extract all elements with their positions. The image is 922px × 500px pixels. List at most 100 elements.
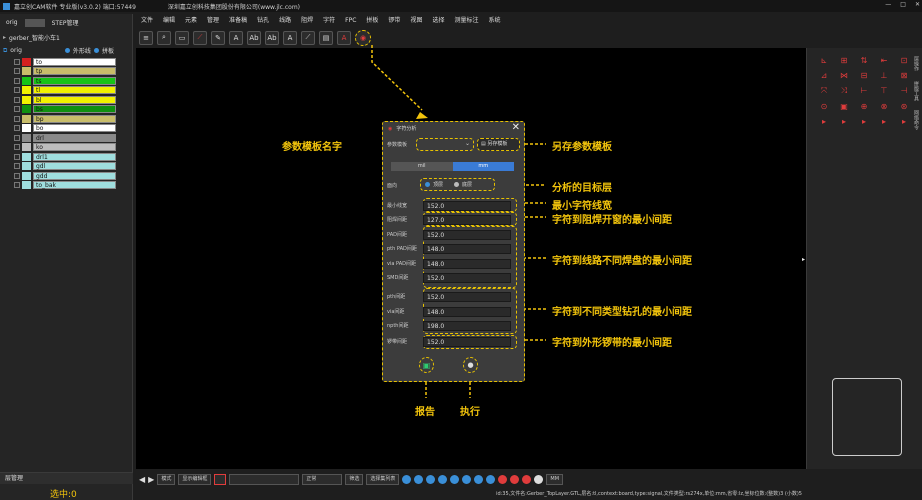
tool-panel: ⊾ ⊞ ⇅ ⇤ ⊡ ⊿ ⋈ ⊟ ⊥ ⊠ ⤧ ⤨ ⊢ ⊤ ⊣ ⊙ ▣ ⊕ ⊗ ⊛ ▸ ▸ ▸ ▸ ▸ 层操作 拼版工具 网…: [806, 48, 922, 469]
radio-top-label: 顶层: [433, 182, 444, 188]
param-input[interactable]: 152.0: [423, 291, 511, 302]
param-label: 最小线宽: [387, 203, 408, 209]
tool-icon[interactable]: ▸: [835, 117, 853, 126]
param-input[interactable]: 152.0: [423, 272, 511, 283]
tool-icon[interactable]: ⤧: [815, 86, 833, 96]
unit-mm[interactable]: mm: [452, 162, 514, 171]
status-icon[interactable]: [522, 474, 532, 484]
param-input[interactable]: 152.0: [423, 229, 511, 240]
tool-icon[interactable]: ⊟: [855, 71, 873, 80]
tool-icon[interactable]: ▸: [875, 117, 893, 126]
tool-icon[interactable]: ⋈: [835, 71, 853, 80]
execute-button[interactable]: ●: [463, 357, 478, 373]
annotation-mask: 字符到阻焊开窗的最小间距: [552, 215, 672, 226]
tool-icon[interactable]: ⤨: [835, 86, 853, 96]
param-input[interactable]: 148.0: [423, 258, 511, 269]
status-icon[interactable]: [462, 474, 472, 484]
tool-icon[interactable]: ⊿: [815, 71, 833, 80]
unit-select[interactable]: MM: [546, 473, 564, 485]
dialog-title-bar: ◉ 字符分析: [383, 122, 523, 135]
side-radio-group: 顶层 底层: [420, 178, 495, 191]
tool-icon[interactable]: ⊢: [855, 86, 873, 96]
unit-mil[interactable]: mil: [391, 162, 453, 171]
tool-icon[interactable]: ⊥: [875, 71, 893, 80]
status-icon[interactable]: [402, 474, 412, 484]
frame-select-icon[interactable]: [214, 473, 227, 485]
param-row: PAD间距 152.0: [387, 229, 520, 240]
radio-bottom-label: 底层: [462, 182, 473, 188]
param-label: via PAD间距: [387, 261, 416, 267]
next-arrow-icon[interactable]: ▶: [148, 475, 154, 484]
tool-icon[interactable]: ⊞: [835, 56, 853, 65]
prev-arrow-icon[interactable]: ◀: [139, 475, 145, 484]
param-row: pth间距 152.0: [387, 291, 520, 302]
tool-icon[interactable]: ⇤: [875, 56, 893, 65]
annotation-report: 报告: [415, 407, 435, 418]
status-icon[interactable]: [426, 474, 436, 484]
tool-icon[interactable]: ⊗: [875, 102, 893, 111]
command-input[interactable]: [229, 473, 300, 485]
param-label: pth PAD间距: [387, 246, 417, 252]
save-template-button[interactable]: ▤ 另存模板: [477, 138, 520, 151]
side-label: 面向: [387, 183, 398, 189]
param-row: 锣带间距 152.0: [387, 336, 520, 347]
tool-icon[interactable]: ▣: [835, 102, 853, 111]
arrow-to-dialog: [371, 45, 423, 111]
dialog-title: 字符分析: [396, 126, 417, 132]
status-icon[interactable]: [486, 474, 496, 484]
side-tab-panel-tools[interactable]: 拼版工具: [913, 81, 919, 101]
param-row: 最小线宽 152.0: [387, 200, 520, 211]
param-row: via间距 148.0: [387, 306, 520, 317]
minimap[interactable]: [832, 378, 902, 456]
annotation-pads: 字符到线路不同焊盘的最小间距: [552, 256, 692, 267]
tool-icon[interactable]: ▸: [855, 117, 873, 126]
tool-grid: ⊾ ⊞ ⇅ ⇤ ⊡ ⊿ ⋈ ⊟ ⊥ ⊠ ⤧ ⤨ ⊢ ⊤ ⊣ ⊙ ▣ ⊕ ⊗ ⊛ ▸ ▸ ▸ ▸ ▸: [815, 56, 913, 126]
param-input[interactable]: 152.0: [423, 200, 511, 211]
param-label: npth间距: [387, 323, 409, 329]
status-icon[interactable]: [498, 474, 508, 484]
radio-top[interactable]: [425, 182, 430, 187]
report-icon: ▣: [422, 360, 431, 370]
execute-icon: ●: [467, 361, 474, 369]
selection-list-button[interactable]: 选择集列表: [366, 473, 400, 485]
status-icon[interactable]: [474, 474, 484, 484]
tool-icon[interactable]: ⊤: [875, 86, 893, 96]
template-label: 参数模板: [387, 142, 408, 148]
dialog-close-icon[interactable]: ✕: [512, 122, 520, 133]
param-input[interactable]: 198.0: [423, 320, 511, 331]
tool-icon[interactable]: ▸: [815, 117, 833, 126]
radio-bottom[interactable]: [454, 182, 460, 187]
annotation-save-template: 另存参数模板: [552, 142, 612, 153]
param-input[interactable]: 152.0: [423, 336, 511, 347]
tool-icon[interactable]: ⊾: [815, 56, 833, 65]
mode-select[interactable]: 模式: [157, 473, 176, 485]
status-icon[interactable]: [450, 474, 460, 484]
annotation-target-layer: 分析的目标层: [552, 183, 612, 194]
param-label: via间距: [387, 309, 405, 315]
template-select[interactable]: ⌄: [416, 138, 474, 151]
param-row: 阻焊间距 127.0: [387, 214, 520, 225]
show-edit-button[interactable]: 显示编辑框: [178, 473, 212, 485]
tool-icon[interactable]: ⊙: [815, 102, 833, 111]
param-input[interactable]: 148.0: [423, 243, 511, 254]
side-tab-layer-ops[interactable]: 层操作: [913, 56, 919, 71]
param-input[interactable]: 127.0: [423, 214, 511, 225]
status-bar: ◀ ▶ 模式 显示编辑框 正常 筛选 选择集列表 MM: [136, 471, 922, 487]
status-icon[interactable]: [414, 474, 424, 484]
annotation-template-name: 参数模板名字: [282, 142, 342, 153]
param-input[interactable]: 148.0: [423, 306, 511, 317]
info-line: id:35,文件名:Gerber_TopLayer.GTL,层名:tl,cont…: [496, 491, 802, 497]
tool-icon[interactable]: ⇅: [855, 56, 873, 65]
report-button[interactable]: ▣: [419, 357, 434, 373]
annotation-rout: 字符到外形锣带的最小间距: [552, 338, 672, 349]
side-tab-net-commands[interactable]: 网络命令: [913, 110, 919, 130]
tool-icon[interactable]: ⊕: [855, 102, 873, 111]
status-icon[interactable]: [510, 474, 520, 484]
param-row: via PAD间距 148.0: [387, 258, 520, 269]
select-mode[interactable]: 正常: [302, 473, 343, 485]
filter-button[interactable]: 筛选: [345, 473, 364, 485]
annotation-min-line: 最小字符线宽: [552, 201, 612, 212]
status-icon[interactable]: [534, 474, 544, 484]
char-analysis-dialog: ◉ 字符分析 ✕ 参数模板 ⌄ ▤ 另存模板 mil mm 面向 顶层 底层 最…: [382, 121, 525, 382]
status-icon[interactable]: [438, 474, 448, 484]
